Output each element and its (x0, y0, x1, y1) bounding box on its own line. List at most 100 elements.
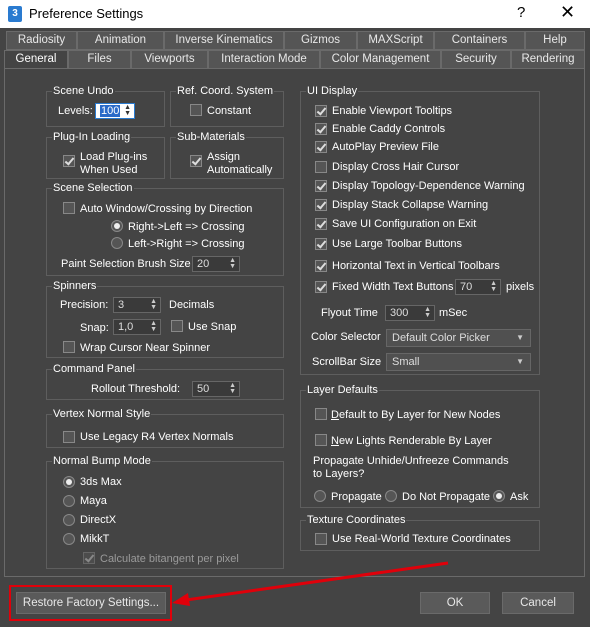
assign-label-1: Assign (207, 151, 241, 163)
color-selector-dropdown[interactable]: Default Color Picker ▼ (386, 329, 531, 347)
spinner-arrows-icon[interactable]: ▲ ▼ (150, 320, 157, 333)
ok-button[interactable]: OK (420, 592, 490, 614)
spinner-arrows-icon[interactable]: ▲ ▼ (150, 298, 157, 311)
sub-materials-title: Sub-Materials (176, 131, 246, 143)
texture-coords-title: Texture Coordinates (306, 514, 407, 526)
do-not-propagate-radio[interactable] (385, 490, 397, 502)
wrap-cursor-label: Wrap Cursor Near Spinner (80, 342, 211, 354)
ask-label: Ask (510, 491, 529, 503)
right-left-label: Right->Left => Crossing (128, 221, 245, 233)
tab-help[interactable]: Help (525, 31, 585, 50)
load-plugins-checkbox[interactable] (63, 155, 75, 167)
calc-bitangent-checkbox[interactable] (83, 552, 95, 564)
bump-mikkt-radio[interactable] (63, 533, 75, 545)
close-button[interactable]: ✕ (560, 2, 575, 23)
cancel-button[interactable]: Cancel (502, 592, 574, 614)
help-button[interactable]: ? (517, 4, 525, 21)
spinner-arrows-icon[interactable]: ▲ ▼ (124, 104, 131, 117)
left-right-label: Left->Right => Crossing (128, 238, 245, 250)
brush-size-label: Paint Selection Brush Size (61, 258, 191, 270)
levels-label: Levels: (58, 105, 93, 117)
caddy-controls-checkbox[interactable] (315, 123, 327, 135)
highlight-box (9, 585, 172, 621)
title-bar: 3 Preference Settings ? ✕ (0, 0, 590, 28)
layer-defaults-title: Layer Defaults (306, 384, 379, 396)
bump-directx-radio[interactable] (63, 514, 75, 526)
tab-security[interactable]: Security (441, 50, 511, 69)
viewport-tooltips-checkbox[interactable] (315, 105, 327, 117)
legacy-normals-checkbox[interactable] (63, 431, 75, 443)
topology-warning-label: Display Topology-Dependence Warning (332, 180, 525, 192)
stack-collapse-checkbox[interactable] (315, 199, 327, 211)
large-toolbar-checkbox[interactable] (315, 238, 327, 250)
wrap-cursor-checkbox[interactable] (63, 341, 75, 353)
stack-collapse-label: Display Stack Collapse Warning (332, 199, 489, 211)
save-ui-config-checkbox[interactable] (315, 218, 327, 230)
tab-files[interactable]: Files (68, 50, 131, 69)
propagate-label: Propagate (331, 491, 382, 503)
tab-rendering[interactable]: Rendering (511, 50, 585, 69)
horizontal-text-checkbox[interactable] (315, 260, 327, 272)
brush-size-spinner[interactable]: 20 ▲ ▼ (192, 256, 240, 272)
flyout-time-spinner[interactable]: 300 ▲ ▼ (385, 305, 435, 321)
right-left-radio[interactable] (111, 220, 123, 232)
spinner-arrows-icon[interactable]: ▲ ▼ (229, 257, 236, 270)
use-snap-label: Use Snap (188, 321, 237, 333)
auto-window-checkbox[interactable] (63, 202, 75, 214)
tab-animation[interactable]: Animation (77, 31, 164, 50)
pixels-label: pixels (506, 281, 535, 293)
ask-radio[interactable] (493, 490, 505, 502)
spinner-arrows-icon[interactable]: ▲ ▼ (229, 382, 236, 395)
scene-undo-title: Scene Undo (52, 85, 115, 97)
bump-maya-label: Maya (80, 495, 107, 507)
load-plugins-label-2: When Used (80, 164, 138, 176)
autoplay-preview-checkbox[interactable] (315, 141, 327, 153)
fixed-width-label: Fixed Width Text Buttons (332, 281, 454, 293)
color-selector-label: Color Selector (311, 331, 381, 343)
flyout-time-label: Flyout Time (321, 307, 378, 319)
assign-automatically-checkbox[interactable] (190, 155, 202, 167)
tab-viewports[interactable]: Viewports (131, 50, 208, 69)
spinner-arrows-icon[interactable]: ▲ ▼ (424, 306, 431, 319)
fixed-width-spinner[interactable]: 70 ▲ ▼ (455, 279, 501, 295)
new-lights-checkbox[interactable] (315, 434, 327, 446)
levels-spinner[interactable]: 100 ▲ ▼ (95, 103, 135, 119)
tab-general[interactable]: General (4, 50, 68, 69)
tab-color-management[interactable]: Color Management (320, 50, 441, 69)
tab-radiosity[interactable]: Radiosity (6, 31, 77, 50)
autoplay-preview-label: AutoPlay Preview File (332, 141, 439, 153)
bump-3dsmax-label: 3ds Max (80, 476, 122, 488)
viewport-tooltips-label: Enable Viewport Tooltips (332, 105, 453, 117)
bump-maya-radio[interactable] (63, 495, 75, 507)
default-bylayer-checkbox[interactable] (315, 408, 327, 420)
spinner-arrows-icon[interactable]: ▲ ▼ (490, 280, 497, 293)
do-not-propagate-label: Do Not Propagate (402, 491, 491, 503)
calc-bitangent-label: Calculate bitangent per pixel (100, 553, 239, 565)
fixed-width-checkbox[interactable] (315, 281, 327, 293)
left-right-radio[interactable] (111, 237, 123, 249)
tab-containers[interactable]: Containers (434, 31, 525, 50)
tab-inverse-kinematics[interactable]: Inverse Kinematics (164, 31, 284, 50)
tab-maxscript[interactable]: MAXScript (357, 31, 434, 50)
use-snap-checkbox[interactable] (171, 320, 183, 332)
precision-spinner[interactable]: 3 ▲ ▼ (113, 297, 161, 313)
topology-warning-checkbox[interactable] (315, 180, 327, 192)
cross-hair-checkbox[interactable] (315, 161, 327, 173)
snap-spinner[interactable]: 1,0 ▲ ▼ (113, 319, 161, 335)
precision-label: Precision: (60, 299, 109, 311)
real-world-checkbox[interactable] (315, 533, 327, 545)
chevron-down-icon: ▼ (516, 357, 524, 366)
constant-label: Constant (207, 105, 252, 117)
horizontal-text-label: Horizontal Text in Vertical Toolbars (332, 260, 500, 272)
propagate-radio[interactable] (314, 490, 326, 502)
plugin-loading-title: Plug-In Loading (52, 131, 132, 143)
ref-coord-title: Ref. Coord. System (176, 85, 274, 97)
app-logo-icon: 3 (8, 6, 22, 22)
rollout-threshold-spinner[interactable]: 50 ▲ ▼ (192, 381, 240, 397)
bump-3dsmax-radio[interactable] (63, 476, 75, 488)
scrollbar-size-dropdown[interactable]: Small ▼ (386, 353, 531, 371)
vertex-normal-title: Vertex Normal Style (52, 408, 152, 420)
tab-interaction-mode[interactable]: Interaction Mode (208, 50, 320, 69)
constant-checkbox[interactable] (190, 104, 202, 116)
tab-gizmos[interactable]: Gizmos (284, 31, 357, 50)
